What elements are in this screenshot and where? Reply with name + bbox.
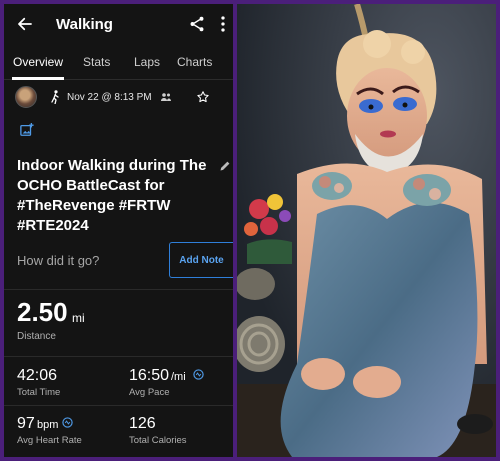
activity-screen: Walking Overview Stats Laps Charts Nov 2… [4, 4, 233, 457]
page-title: Walking [56, 16, 113, 33]
avatar[interactable] [15, 86, 37, 108]
total-time-value: 42:06 [17, 367, 58, 384]
divider [4, 405, 233, 406]
add-note-button[interactable]: Add Note [169, 242, 233, 278]
tab-laps[interactable]: Laps [134, 55, 160, 69]
people-icon[interactable] [160, 92, 172, 102]
how-did-it-go-prompt: How did it go? [17, 253, 100, 268]
tab-overview[interactable]: Overview [13, 55, 63, 69]
tab-charts[interactable]: Charts [177, 55, 212, 69]
avg-heart-rate-label: Avg Heart Rate [17, 435, 82, 446]
collage-frame: Walking Overview Stats Laps Charts Nov 2… [0, 0, 500, 461]
divider [4, 289, 233, 290]
active-tab-indicator [12, 77, 64, 80]
total-calories-label: Total Calories [129, 435, 187, 446]
activity-meta-row: Nov 22 @ 8:13 PM [4, 86, 233, 110]
info-icon[interactable] [193, 369, 204, 380]
avg-heart-rate-unit: bpm [37, 419, 59, 431]
tab-stats[interactable]: Stats [83, 55, 110, 69]
distance-unit: mi [72, 311, 85, 325]
share-icon[interactable] [188, 15, 206, 33]
divider [4, 356, 233, 357]
walk-icon [51, 90, 59, 104]
total-calories-value: 126 [129, 415, 156, 432]
tab-bar: Overview Stats Laps Charts [4, 44, 233, 80]
add-photo-icon[interactable] [20, 123, 34, 137]
app-bar: Walking [4, 4, 233, 44]
more-vert-icon[interactable] [219, 15, 227, 33]
star-icon[interactable] [196, 90, 210, 104]
avg-pace-value: 16:50 [129, 367, 170, 384]
avg-heart-rate-value: 97 [17, 415, 35, 432]
activity-title: Indoor Walking during The OCHO BattleCas… [17, 157, 207, 234]
edit-icon[interactable] [219, 160, 231, 172]
distance-label: Distance [17, 331, 56, 342]
distance-value: 2.50 [17, 297, 68, 327]
avg-pace-unit: /mi [171, 371, 186, 383]
back-arrow-icon[interactable] [16, 15, 34, 33]
info-icon[interactable] [62, 417, 73, 428]
total-time-label: Total Time [17, 387, 61, 398]
activity-datetime: Nov 22 @ 8:13 PM [67, 92, 152, 103]
performer-photo [237, 4, 496, 457]
avg-pace-label: Avg Pace [129, 387, 170, 398]
